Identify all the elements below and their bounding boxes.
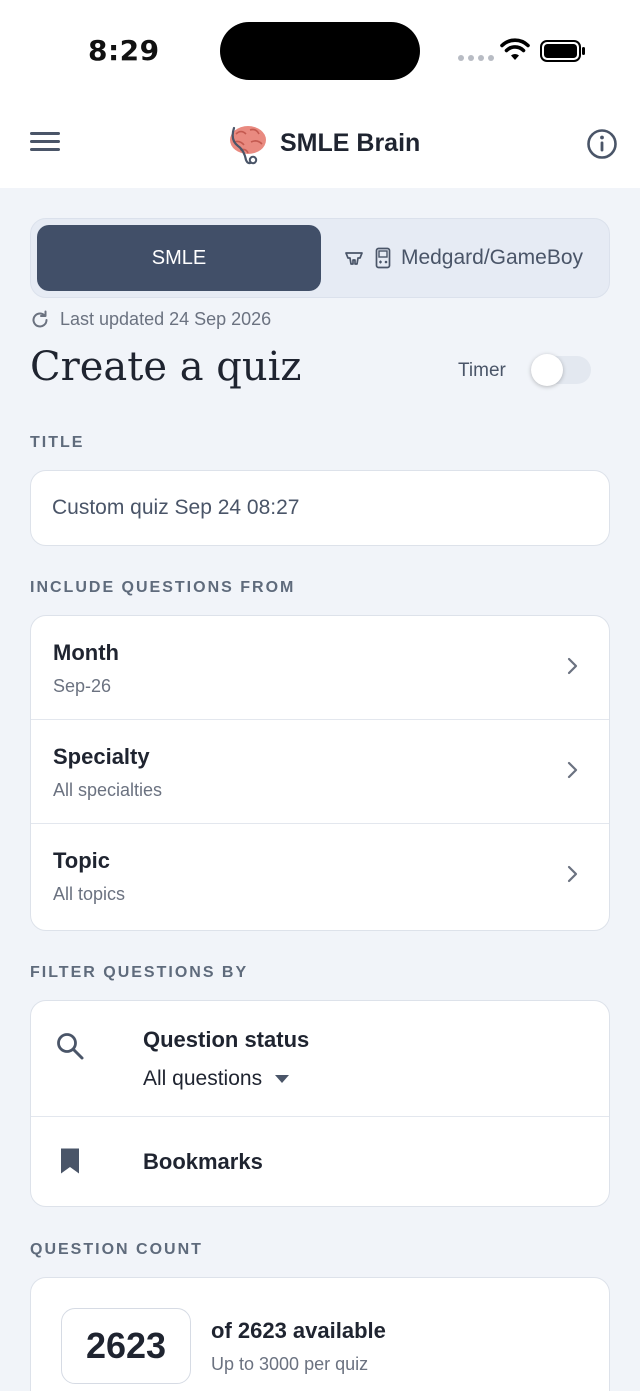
refresh-icon xyxy=(32,310,48,327)
brain-stethoscope-icon xyxy=(230,126,266,165)
topic-row[interactable]: Topic All topics xyxy=(31,824,609,928)
bookmark-icon xyxy=(61,1148,79,1174)
specialty-value: All specialties xyxy=(53,780,163,800)
battery-icon xyxy=(540,40,585,62)
timer-toggle-knob xyxy=(531,354,563,386)
app-title: SMLE Brain xyxy=(280,128,421,157)
count-available: of 2623 available xyxy=(211,1318,386,1343)
timer-label: Timer xyxy=(458,360,506,381)
topic-title: Topic xyxy=(53,848,111,873)
month-title: Month xyxy=(53,640,119,665)
last-updated: Last updated 24 Sep 2026 xyxy=(30,309,271,330)
include-section-label: INCLUDE QUESTIONS FROM xyxy=(30,579,296,596)
question-status-value: All questions xyxy=(143,1067,263,1090)
tab-smle-label: SMLE xyxy=(151,246,207,269)
topic-value: All topics xyxy=(53,884,126,904)
wifi-icon xyxy=(500,38,530,60)
chevron-right-icon xyxy=(567,761,578,779)
chevron-right-icon xyxy=(567,657,578,675)
count-card: 2623 of 2623 available Up to 3000 per qu… xyxy=(30,1277,610,1391)
dynamic-island xyxy=(220,22,420,80)
last-updated-text: Last updated 24 Sep 2026 xyxy=(60,309,272,329)
chevron-right-icon xyxy=(567,865,578,883)
tab-medgard-gameboy[interactable]: Medgard/GameBoy xyxy=(321,225,605,291)
question-count-input[interactable]: 2623 xyxy=(61,1308,191,1384)
question-status-select[interactable]: All questions xyxy=(143,1067,290,1091)
tab-smle[interactable]: SMLE xyxy=(37,225,321,291)
question-status-row: Question status All questions xyxy=(31,1001,609,1117)
bookmarks-label: Bookmarks xyxy=(143,1149,263,1174)
caret-down-icon xyxy=(275,1075,290,1083)
tab-medgard-gameboy-label: Medgard/GameBoy xyxy=(400,246,584,269)
cellular-signal-icon xyxy=(458,55,494,61)
title-section-label: TITLE xyxy=(30,434,85,451)
timer-toggle[interactable] xyxy=(531,354,591,386)
brand: SMLE Brain xyxy=(226,120,420,166)
status-bar: 8:29 xyxy=(0,0,640,100)
month-row[interactable]: Month Sep-26 xyxy=(31,616,609,720)
month-value: Sep-26 xyxy=(53,676,112,696)
include-card: Month Sep-26 Specialty All specialties T… xyxy=(30,615,610,931)
mode-switcher: SMLE Medgard/GameBoy xyxy=(30,218,610,298)
search-icon xyxy=(57,1033,84,1060)
count-limit: Up to 3000 per quiz xyxy=(211,1354,369,1374)
info-icon[interactable] xyxy=(586,128,618,160)
menu-icon[interactable] xyxy=(30,132,60,156)
status-time: 8:29 xyxy=(88,34,160,67)
filter-card: Question status All questions Bookmarks xyxy=(30,1000,610,1207)
title-field-card xyxy=(30,470,610,546)
controller-icon xyxy=(345,252,363,265)
app-header: SMLE Brain xyxy=(0,100,640,188)
gameboy-icon xyxy=(375,247,391,269)
bookmarks-row[interactable]: Bookmarks xyxy=(31,1117,609,1206)
specialty-row[interactable]: Specialty All specialties xyxy=(31,720,609,824)
count-section-label: QUESTION COUNT xyxy=(30,1241,203,1258)
quiz-title-input[interactable] xyxy=(31,471,609,545)
filter-section-label: FILTER QUESTIONS BY xyxy=(30,964,249,981)
specialty-title: Specialty xyxy=(53,744,150,769)
page-title: Create a quiz xyxy=(30,344,302,390)
question-status-title: Question status xyxy=(143,1027,310,1052)
